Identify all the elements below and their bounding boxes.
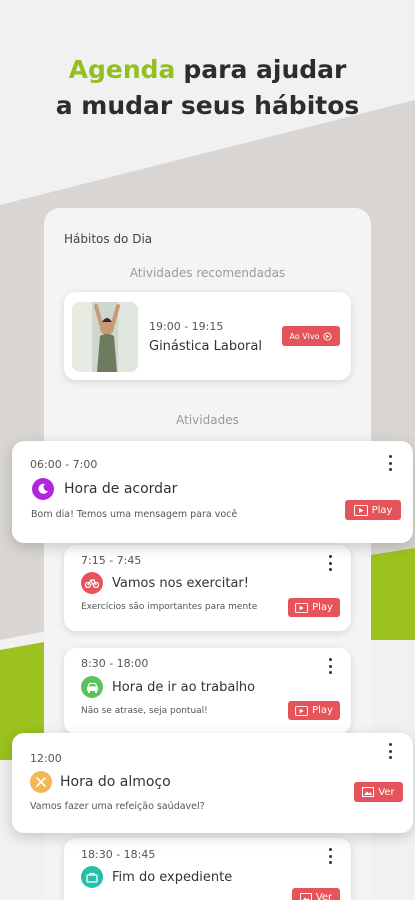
headline-line1: para ajudar <box>183 55 347 84</box>
activity-card-end[interactable]: 18:30 - 18:45 Fim do expediente Ver <box>64 838 351 900</box>
headline-accent: Agenda <box>68 55 176 84</box>
headline: Agenda para ajudar a mudar seus hábitos <box>0 52 415 124</box>
activity-title: Hora de ir ao trabalho <box>112 680 256 695</box>
activity-card-lunch[interactable]: 12:00 Hora do almoço Vamos fazer uma ref… <box>12 733 413 833</box>
play-button-label: Play <box>312 705 333 716</box>
recommended-thumbnail <box>72 302 138 372</box>
view-button[interactable]: Ver <box>354 782 403 802</box>
more-options-icon[interactable] <box>326 848 334 864</box>
headline-line2: a mudar seus hábitos <box>55 91 360 120</box>
activity-title: Fim do expediente <box>112 870 233 885</box>
recommended-title: Ginástica Laboral <box>149 339 262 354</box>
image-icon <box>362 787 375 797</box>
more-options-icon[interactable] <box>386 455 394 471</box>
activity-card-work[interactable]: 8:30 - 18:00 Hora de ir ao trabalho Não … <box>64 648 351 734</box>
play-icon <box>295 705 308 716</box>
live-button[interactable]: Ao Vivo <box>282 326 340 346</box>
activity-title: Hora de acordar <box>64 481 178 497</box>
view-button-label: Ver <box>378 786 395 798</box>
activities-label: Atividades <box>176 413 239 427</box>
play-button[interactable]: Play <box>288 598 340 617</box>
activity-time: 7:15 - 7:45 <box>81 554 142 567</box>
activity-card-wake[interactable]: 06:00 - 7:00 Hora de acordar Bom dia! Te… <box>12 441 413 543</box>
screen-title: Hábitos do Dia <box>64 232 153 246</box>
activity-subtitle: Não se atrase, seja pontual! <box>81 706 208 716</box>
activity-card-exercise[interactable]: 7:15 - 7:45 Vamos nos exercitar! Exercíc… <box>64 545 351 631</box>
play-icon <box>295 602 308 613</box>
live-button-label: Ao Vivo <box>289 331 320 341</box>
bicycle-icon <box>81 572 103 594</box>
play-button-label: Play <box>312 602 333 613</box>
activity-title: Vamos nos exercitar! <box>112 576 249 591</box>
play-button-label: Play <box>371 504 393 516</box>
view-button-label: Ver <box>315 892 333 900</box>
more-options-icon[interactable] <box>386 743 394 759</box>
more-options-icon[interactable] <box>326 658 334 674</box>
play-icon <box>353 504 368 516</box>
play-button[interactable]: Play <box>288 701 340 720</box>
briefcase-icon <box>81 866 103 888</box>
activity-subtitle: Exercícios são importantes para mente <box>81 602 258 612</box>
stretching-person-image <box>72 302 138 372</box>
car-icon <box>81 676 103 698</box>
activity-time: 18:30 - 18:45 <box>81 848 156 861</box>
utensils-icon <box>30 771 52 793</box>
activity-subtitle: Vamos fazer uma refeição saúdavel? <box>30 801 205 812</box>
activity-title: Hora do almoço <box>60 774 171 790</box>
image-icon <box>299 892 312 900</box>
activity-time: 8:30 - 18:00 <box>81 657 149 670</box>
moon-icon <box>32 478 54 500</box>
recommended-time: 19:00 - 19:15 <box>149 320 224 333</box>
recommended-label: Atividades recomendadas <box>129 266 286 280</box>
activity-time: 06:00 - 7:00 <box>30 458 98 471</box>
view-button[interactable]: Ver <box>292 888 340 900</box>
activity-subtitle: Bom dia! Temos uma mensagem para você <box>31 509 238 520</box>
live-broadcast-icon <box>323 331 333 341</box>
more-options-icon[interactable] <box>326 555 334 571</box>
play-button[interactable]: Play <box>345 500 401 520</box>
activity-time: 12:00 <box>30 752 62 765</box>
